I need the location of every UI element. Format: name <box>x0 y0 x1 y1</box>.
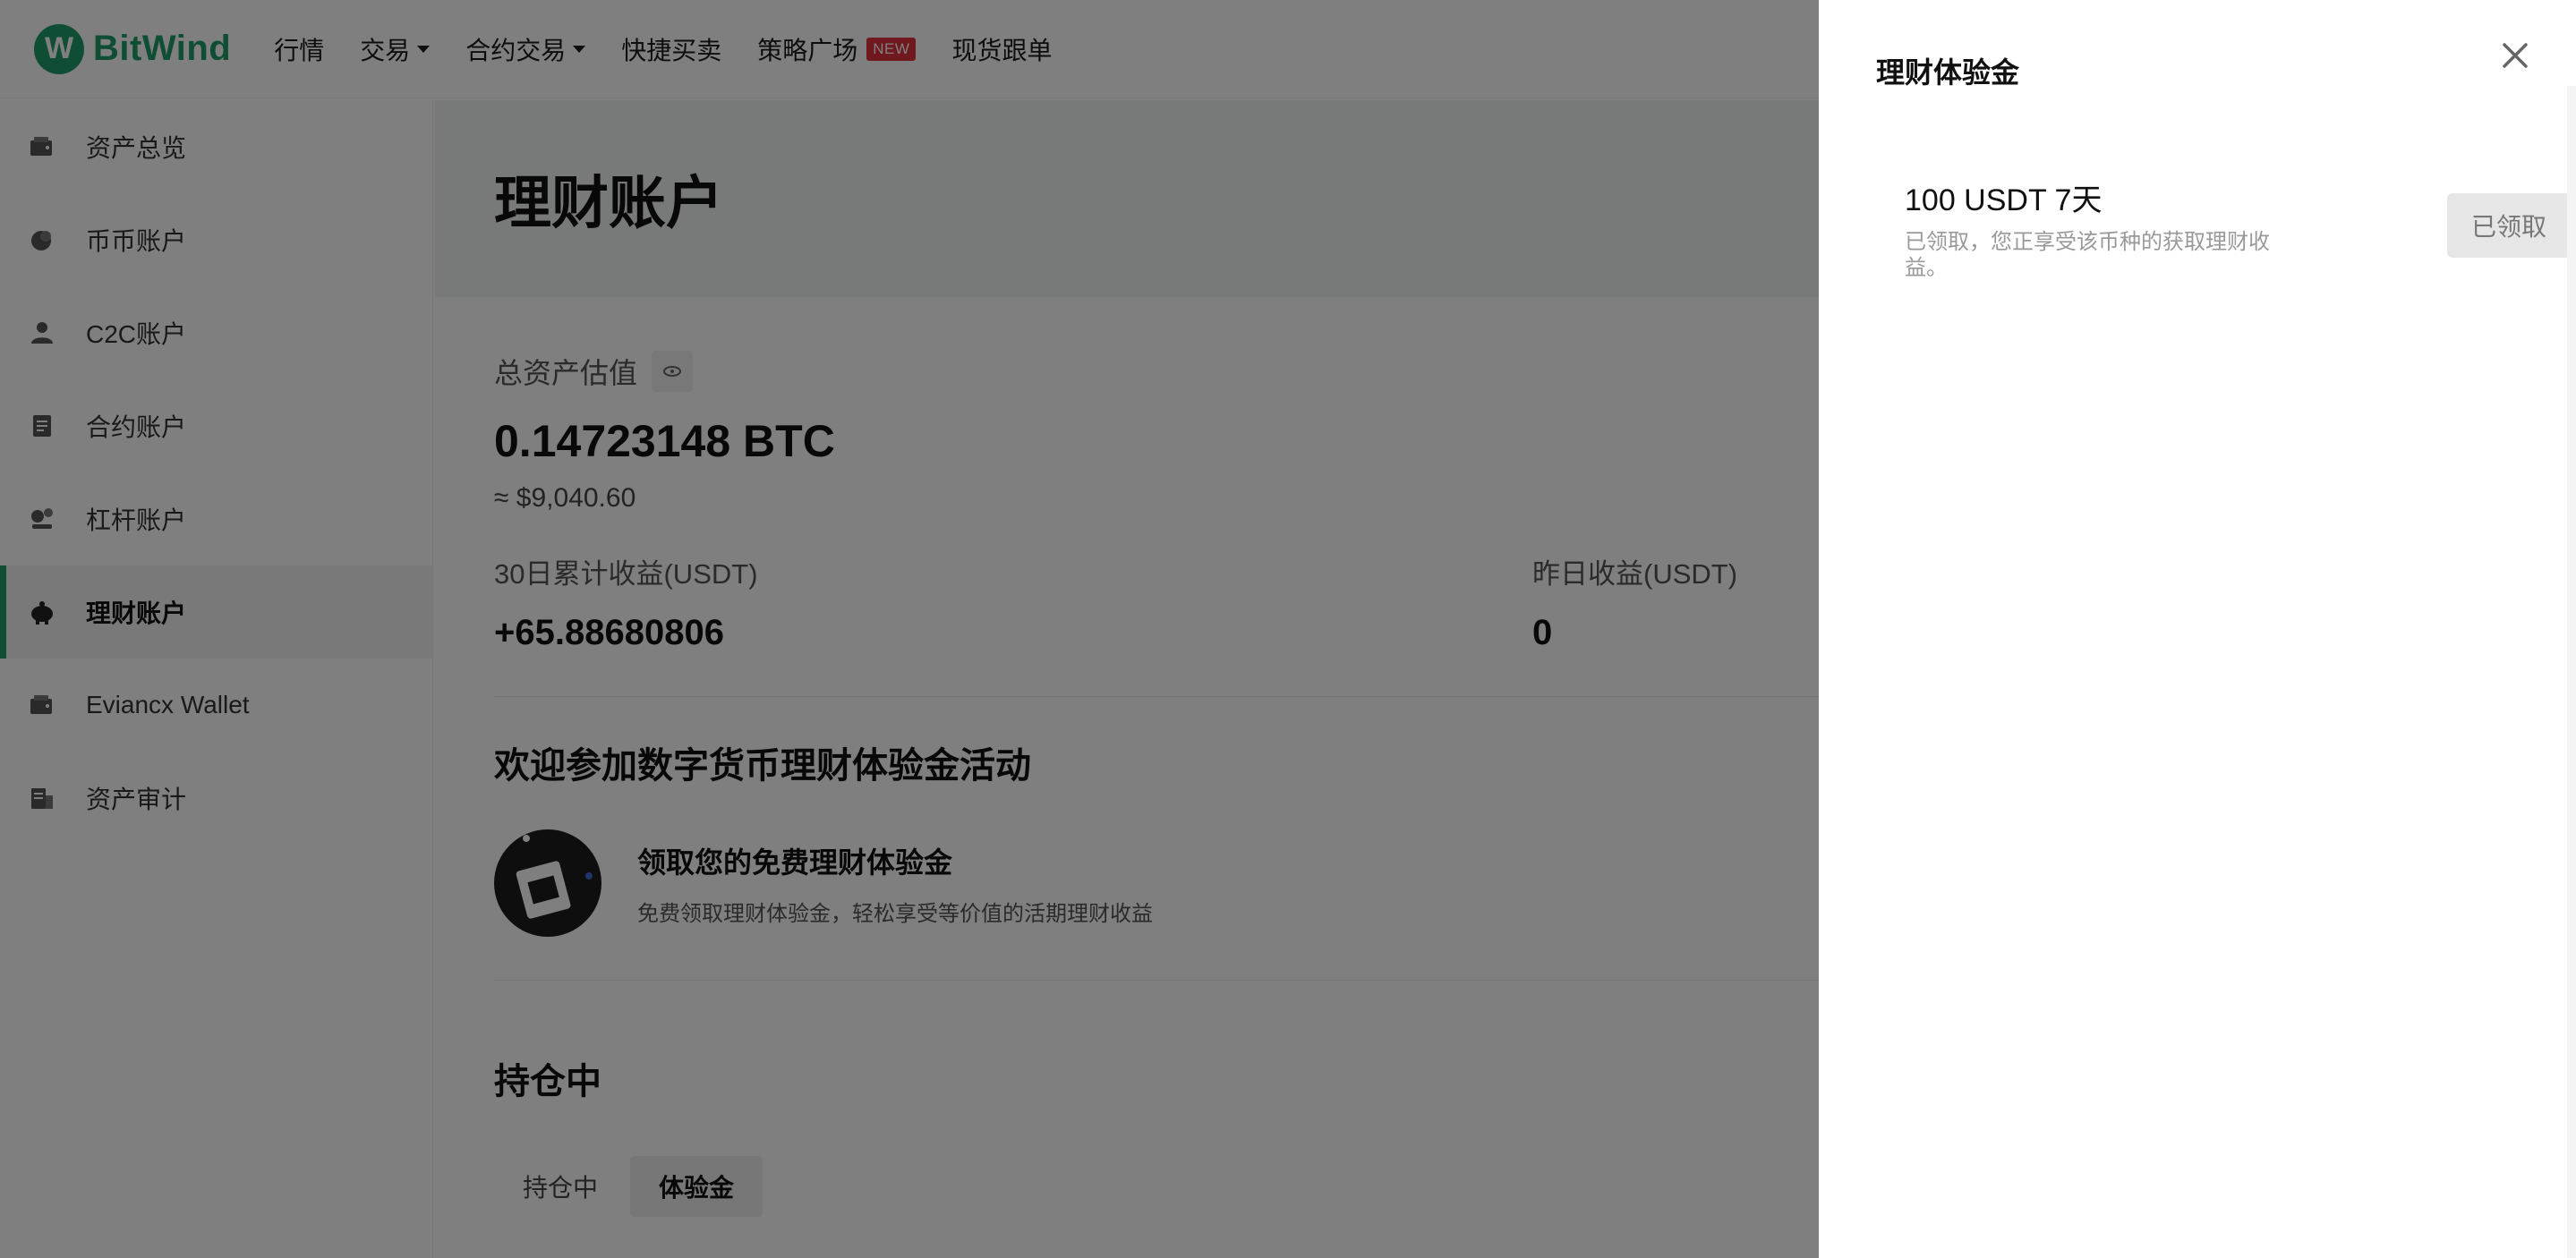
bonus-amount: 100 USDT 7天 <box>1905 183 2103 217</box>
trial-bonus-drawer: 理财体验金 100 USDT 7天 已领取，您正享受该币种的获取理财收益。 已领… <box>1819 0 2576 1258</box>
drawer-title: 理财体验金 <box>1876 56 2020 89</box>
bonus-card: 100 USDT 7天 已领取，您正享受该币种的获取理财收益。 已领取 <box>1905 175 2571 282</box>
bonus-desc: 已领取，您正享受该币种的获取理财收益。 <box>1905 230 2270 280</box>
claimed-button[interactable]: 已领取 <box>2447 193 2571 258</box>
close-icon[interactable] <box>2495 36 2535 75</box>
scrollbar[interactable] <box>2567 86 2576 1258</box>
